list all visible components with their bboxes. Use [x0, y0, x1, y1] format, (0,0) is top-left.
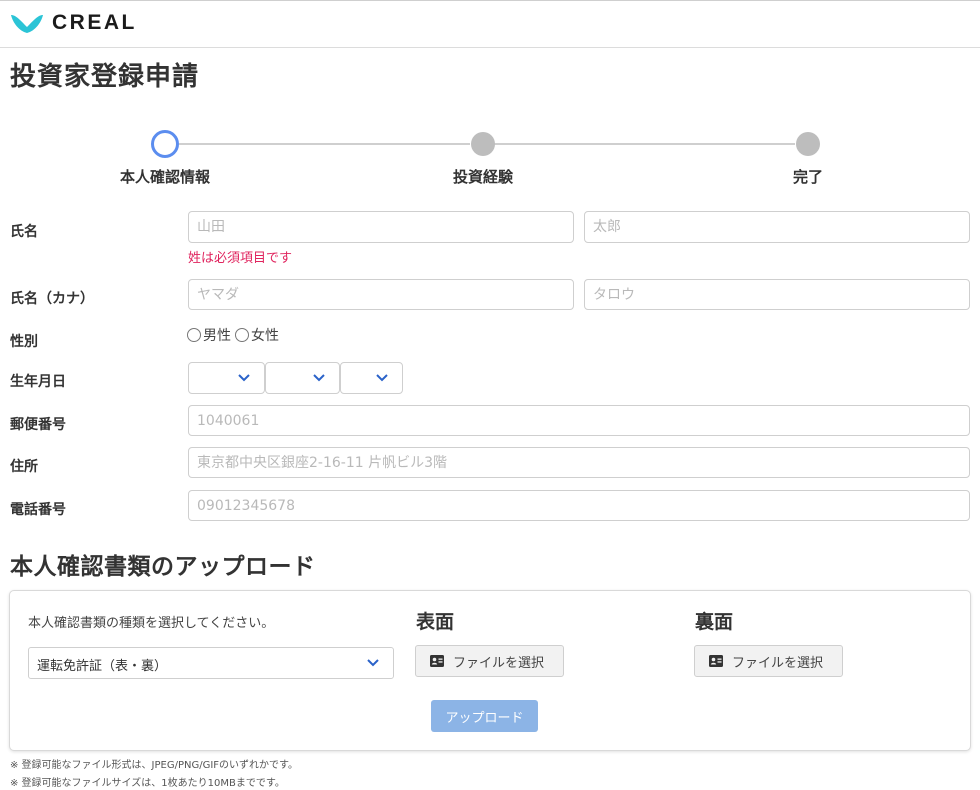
- page-title: 投資家登録申請: [10, 62, 200, 92]
- id-card-icon: [709, 655, 723, 667]
- address-input[interactable]: [188, 447, 970, 478]
- document-type-instruction: 本人確認書類の種類を選択してください。: [28, 616, 275, 631]
- last-name-input[interactable]: [188, 211, 574, 243]
- back-file-button-label: ファイルを選択: [732, 655, 824, 671]
- stepper-connector: [494, 143, 795, 145]
- upload-button[interactable]: アップロード: [431, 700, 538, 732]
- step-1-label: 本人確認情報: [119, 168, 211, 186]
- chevron-down-icon: [313, 374, 325, 382]
- chevron-down-icon: [367, 659, 379, 667]
- female-radio[interactable]: [235, 328, 249, 342]
- last-name-kana-input[interactable]: [188, 279, 574, 310]
- step-3-indicator: [796, 132, 820, 156]
- kana-label: 氏名（カナ）: [10, 291, 94, 307]
- gender-option-female[interactable]: 女性: [235, 325, 279, 345]
- phone-input[interactable]: [188, 490, 970, 521]
- birth-year-select[interactable]: [188, 362, 265, 394]
- male-label: 男性: [203, 328, 231, 344]
- step-2-label: 投資経験: [452, 168, 514, 186]
- front-file-button[interactable]: ファイルを選択: [415, 645, 564, 677]
- back-side-title: 裏面: [695, 611, 734, 633]
- creal-logo-mark-icon: [11, 15, 43, 33]
- upload-section-title: 本人確認書類のアップロード: [10, 554, 316, 580]
- file-size-note: ※ 登録可能なファイルサイズは、1枚あたり10MBまでです。: [10, 778, 285, 789]
- chevron-down-icon: [238, 374, 250, 382]
- brand-name: CREAL: [52, 11, 137, 34]
- first-name-kana-input[interactable]: [584, 279, 970, 310]
- step-1-indicator: [151, 130, 179, 158]
- female-label: 女性: [251, 328, 279, 344]
- male-radio[interactable]: [187, 328, 201, 342]
- site-header: CREAL: [0, 0, 980, 48]
- birth-day-select[interactable]: [340, 362, 403, 394]
- step-3-label: 完了: [792, 168, 824, 186]
- document-type-value: 運転免許証（表・裏）: [37, 659, 168, 674]
- postal-code-input[interactable]: [188, 405, 970, 436]
- birthdate-label: 生年月日: [10, 374, 66, 390]
- front-file-button-label: ファイルを選択: [453, 655, 545, 671]
- postal-code-label: 郵便番号: [10, 417, 66, 433]
- phone-label: 電話番号: [10, 502, 66, 518]
- back-file-button[interactable]: ファイルを選択: [694, 645, 843, 677]
- id-card-icon: [430, 655, 444, 667]
- step-2-indicator: [471, 132, 495, 156]
- chevron-down-icon: [376, 374, 388, 382]
- document-type-select[interactable]: 運転免許証（表・裏）: [28, 647, 394, 679]
- first-name-input[interactable]: [584, 211, 970, 243]
- gender-label: 性別: [10, 334, 38, 350]
- name-label: 氏名: [10, 224, 38, 240]
- stepper-connector: [179, 143, 470, 145]
- gender-radio-group: 男性 女性: [187, 325, 283, 345]
- last-name-error: 姓は必須項目です: [188, 251, 293, 266]
- file-format-note: ※ 登録可能なファイル形式は、JPEG/PNG/GIFのいずれかです。: [10, 760, 299, 771]
- front-side-title: 表面: [416, 611, 455, 633]
- birth-month-select[interactable]: [265, 362, 340, 394]
- address-label: 住所: [10, 459, 38, 475]
- creal-logo[interactable]: CREAL: [10, 11, 137, 35]
- gender-option-male[interactable]: 男性: [187, 325, 231, 345]
